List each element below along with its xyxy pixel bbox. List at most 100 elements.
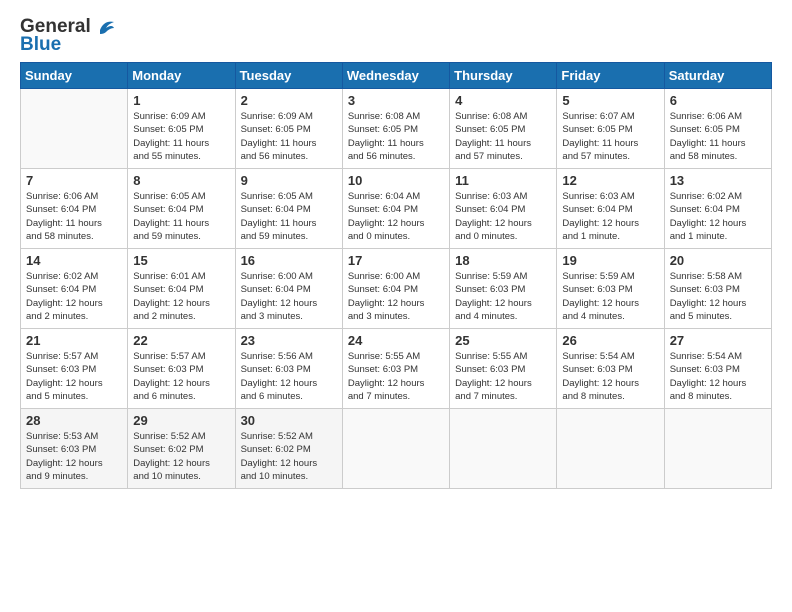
day-number: 26 (562, 333, 658, 348)
calendar-cell: 13Sunrise: 6:02 AM Sunset: 6:04 PM Dayli… (664, 169, 771, 249)
calendar-cell: 4 Sunrise: 6:08 AM Sunset: 6:05 PM Daylig… (450, 89, 557, 169)
calendar-cell: 18 Sunrise: 5:59 AM Sunset: 6:03 PM Dayli… (450, 249, 557, 329)
day-number: 29 (133, 413, 229, 428)
calendar-cell: 5Sunrise: 6:07 AM Sunset: 6:05 PM Daylig… (557, 89, 664, 169)
calendar-cell: 8 Sunrise: 6:05 AM Sunset: 6:04 PM Daylig… (128, 169, 235, 249)
calendar-cell: 29 Sunrise: 5:52 AM Sunset: 6:02 PM Dayli… (128, 409, 235, 489)
day-info: Sunrise: 6:00 AM Sunset: 6:04 PM Dayligh… (348, 270, 444, 323)
day-info: Sunrise: 5:55 AM Sunset: 6:03 PM Dayligh… (455, 350, 551, 403)
day-info: Sunrise: 5:55 AM Sunset: 6:03 PM Dayligh… (348, 350, 444, 403)
calendar-cell: 23Sunrise: 5:56 AM Sunset: 6:03 PM Dayli… (235, 329, 342, 409)
day-info: Sunrise: 6:02 AM Sunset: 6:04 PM Dayligh… (26, 270, 122, 323)
day-info: Sunrise: 5:59 AM Sunset: 6:03 PM Dayligh… (455, 270, 551, 323)
calendar-cell (450, 409, 557, 489)
day-number: 3 (348, 93, 444, 108)
day-info: Sunrise: 5:53 AM Sunset: 6:03 PM Dayligh… (26, 430, 122, 483)
day-info: Sunrise: 6:03 AM Sunset: 6:04 PM Dayligh… (455, 190, 551, 243)
calendar-cell (21, 89, 128, 169)
calendar-cell: 15 Sunrise: 6:01 AM Sunset: 6:04 PM Dayli… (128, 249, 235, 329)
calendar-cell: 9 Sunrise: 6:05 AM Sunset: 6:04 PM Daylig… (235, 169, 342, 249)
day-info: Sunrise: 6:06 AM Sunset: 6:05 PM Dayligh… (670, 110, 766, 163)
day-number: 9 (241, 173, 337, 188)
header: General Blue (20, 16, 772, 56)
calendar-cell: 11 Sunrise: 6:03 AM Sunset: 6:04 PM Dayli… (450, 169, 557, 249)
calendar: SundayMondayTuesdayWednesdayThursdayFrid… (20, 62, 772, 489)
day-info: Sunrise: 6:05 AM Sunset: 6:04 PM Dayligh… (133, 190, 229, 243)
calendar-cell: 12 Sunrise: 6:03 AM Sunset: 6:04 PM Dayli… (557, 169, 664, 249)
calendar-week-5: 28 Sunrise: 5:53 AM Sunset: 6:03 PM Dayli… (21, 409, 772, 489)
calendar-week-3: 14Sunrise: 6:02 AM Sunset: 6:04 PM Dayli… (21, 249, 772, 329)
day-info: Sunrise: 5:52 AM Sunset: 6:02 PM Dayligh… (241, 430, 337, 483)
day-number: 19 (562, 253, 658, 268)
page: General Blue SundayMondayTuesdayWednesda… (0, 0, 792, 612)
calendar-cell (557, 409, 664, 489)
calendar-cell: 20 Sunrise: 5:58 AM Sunset: 6:03 PM Dayli… (664, 249, 771, 329)
day-number: 15 (133, 253, 229, 268)
day-info: Sunrise: 6:02 AM Sunset: 6:04 PM Dayligh… (670, 190, 766, 243)
day-number: 11 (455, 173, 551, 188)
calendar-cell: 6 Sunrise: 6:06 AM Sunset: 6:05 PM Daylig… (664, 89, 771, 169)
calendar-cell: 10Sunrise: 6:04 AM Sunset: 6:04 PM Dayli… (342, 169, 449, 249)
calendar-cell: 30 Sunrise: 5:52 AM Sunset: 6:02 PM Dayli… (235, 409, 342, 489)
calendar-cell: 14Sunrise: 6:02 AM Sunset: 6:04 PM Dayli… (21, 249, 128, 329)
day-number: 12 (562, 173, 658, 188)
day-number: 25 (455, 333, 551, 348)
day-info: Sunrise: 6:09 AM Sunset: 6:05 PM Dayligh… (133, 110, 229, 163)
calendar-cell: 22 Sunrise: 5:57 AM Sunset: 6:03 PM Dayli… (128, 329, 235, 409)
day-header-monday: Monday (128, 63, 235, 89)
day-number: 21 (26, 333, 122, 348)
day-number: 4 (455, 93, 551, 108)
calendar-cell: 28 Sunrise: 5:53 AM Sunset: 6:03 PM Dayli… (21, 409, 128, 489)
day-number: 18 (455, 253, 551, 268)
day-number: 6 (670, 93, 766, 108)
day-info: Sunrise: 6:03 AM Sunset: 6:04 PM Dayligh… (562, 190, 658, 243)
calendar-cell (664, 409, 771, 489)
calendar-cell: 3 Sunrise: 6:08 AM Sunset: 6:05 PM Daylig… (342, 89, 449, 169)
day-number: 30 (241, 413, 337, 428)
day-header-wednesday: Wednesday (342, 63, 449, 89)
day-number: 5 (562, 93, 658, 108)
calendar-cell: 25 Sunrise: 5:55 AM Sunset: 6:03 PM Dayli… (450, 329, 557, 409)
day-info: Sunrise: 5:54 AM Sunset: 6:03 PM Dayligh… (670, 350, 766, 403)
day-number: 1 (133, 93, 229, 108)
calendar-cell (342, 409, 449, 489)
calendar-cell: 2Sunrise: 6:09 AM Sunset: 6:05 PM Daylig… (235, 89, 342, 169)
calendar-cell: 7 Sunrise: 6:06 AM Sunset: 6:04 PM Daylig… (21, 169, 128, 249)
day-header-thursday: Thursday (450, 63, 557, 89)
day-info: Sunrise: 6:06 AM Sunset: 6:04 PM Dayligh… (26, 190, 122, 243)
day-number: 27 (670, 333, 766, 348)
day-info: Sunrise: 5:58 AM Sunset: 6:03 PM Dayligh… (670, 270, 766, 323)
day-info: Sunrise: 6:01 AM Sunset: 6:04 PM Dayligh… (133, 270, 229, 323)
day-info: Sunrise: 6:04 AM Sunset: 6:04 PM Dayligh… (348, 190, 444, 243)
logo-blue: Blue (20, 34, 61, 56)
day-info: Sunrise: 5:59 AM Sunset: 6:03 PM Dayligh… (562, 270, 658, 323)
calendar-cell: 24 Sunrise: 5:55 AM Sunset: 6:03 PM Dayli… (342, 329, 449, 409)
calendar-cell: 16Sunrise: 6:00 AM Sunset: 6:04 PM Dayli… (235, 249, 342, 329)
day-number: 28 (26, 413, 122, 428)
day-header-sunday: Sunday (21, 63, 128, 89)
calendar-cell: 19 Sunrise: 5:59 AM Sunset: 6:03 PM Dayli… (557, 249, 664, 329)
day-number: 22 (133, 333, 229, 348)
day-number: 8 (133, 173, 229, 188)
day-number: 17 (348, 253, 444, 268)
day-info: Sunrise: 6:08 AM Sunset: 6:05 PM Dayligh… (348, 110, 444, 163)
day-number: 7 (26, 173, 122, 188)
day-header-saturday: Saturday (664, 63, 771, 89)
calendar-cell: 27 Sunrise: 5:54 AM Sunset: 6:03 PM Dayli… (664, 329, 771, 409)
day-info: Sunrise: 5:54 AM Sunset: 6:03 PM Dayligh… (562, 350, 658, 403)
logo-bird-icon (94, 18, 116, 36)
day-header-tuesday: Tuesday (235, 63, 342, 89)
day-number: 20 (670, 253, 766, 268)
calendar-week-4: 21 Sunrise: 5:57 AM Sunset: 6:03 PM Dayli… (21, 329, 772, 409)
day-info: Sunrise: 5:57 AM Sunset: 6:03 PM Dayligh… (133, 350, 229, 403)
day-number: 23 (241, 333, 337, 348)
day-info: Sunrise: 5:52 AM Sunset: 6:02 PM Dayligh… (133, 430, 229, 483)
day-info: Sunrise: 6:05 AM Sunset: 6:04 PM Dayligh… (241, 190, 337, 243)
calendar-header-row: SundayMondayTuesdayWednesdayThursdayFrid… (21, 63, 772, 89)
calendar-week-2: 7 Sunrise: 6:06 AM Sunset: 6:04 PM Daylig… (21, 169, 772, 249)
day-info: Sunrise: 6:08 AM Sunset: 6:05 PM Dayligh… (455, 110, 551, 163)
logo: General Blue (20, 16, 116, 56)
calendar-week-1: 1 Sunrise: 6:09 AM Sunset: 6:05 PM Daylig… (21, 89, 772, 169)
day-number: 24 (348, 333, 444, 348)
day-number: 2 (241, 93, 337, 108)
